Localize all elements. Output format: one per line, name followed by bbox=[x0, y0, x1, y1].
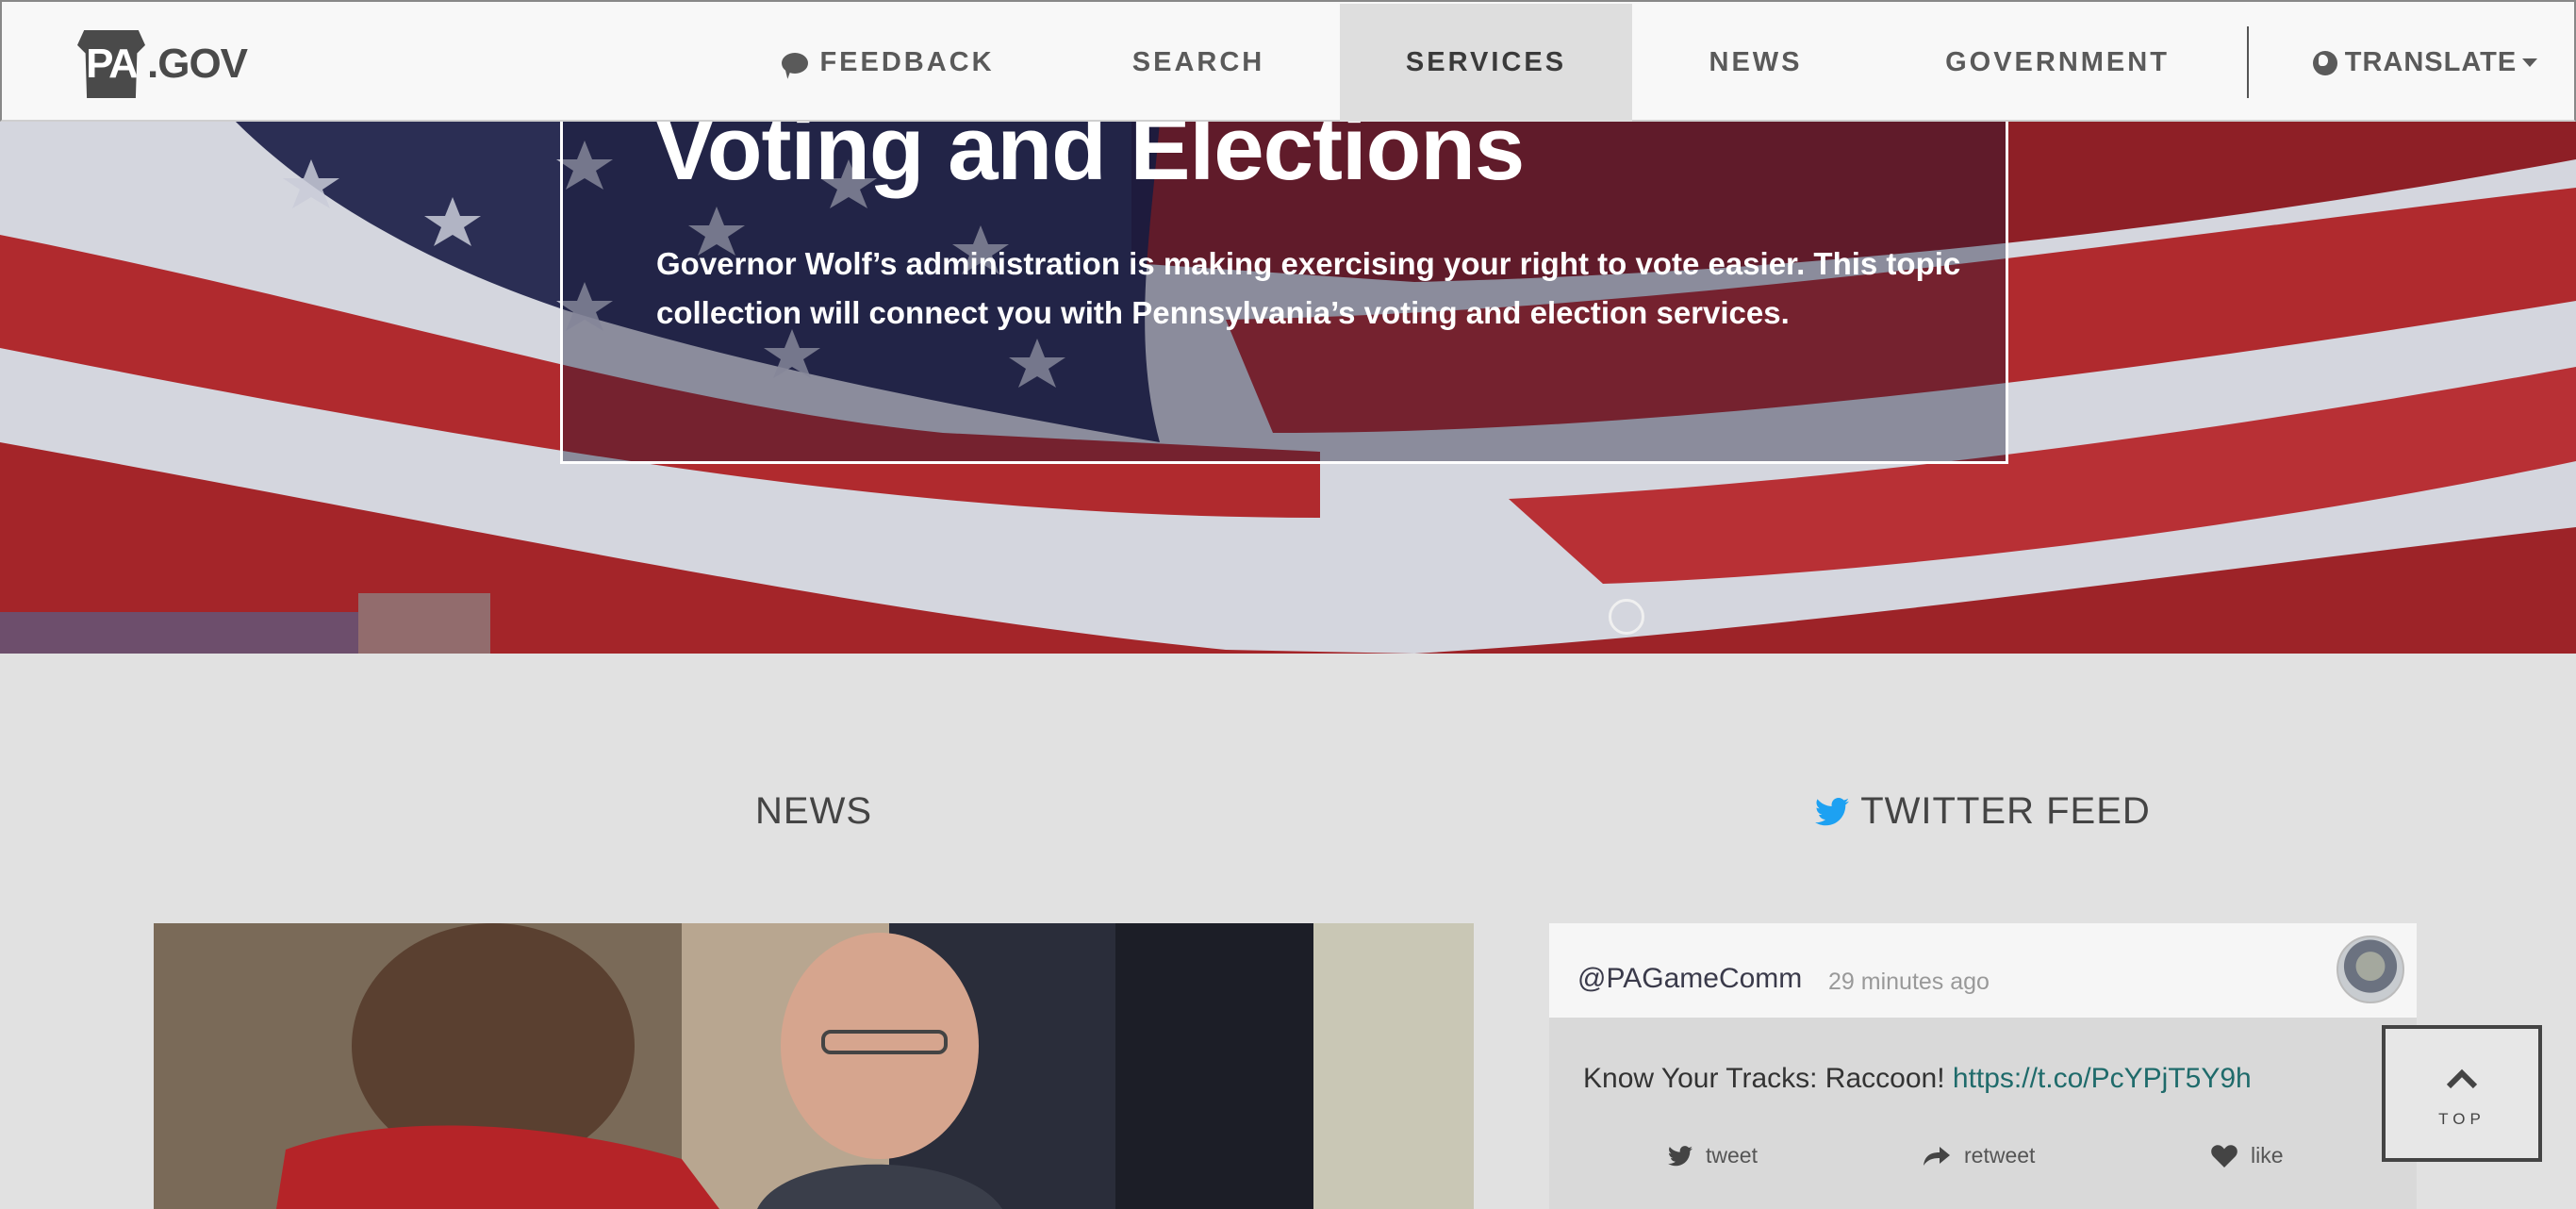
retweet-action-label: retweet bbox=[1964, 1143, 2036, 1168]
carousel-dot[interactable] bbox=[1609, 599, 1644, 635]
logo-gov-text: .GOV bbox=[147, 41, 248, 87]
tweet-text-row: Know Your Tracks: Raccoon! https://t.co/… bbox=[1583, 1063, 2252, 1095]
chevron-up-icon bbox=[2446, 1068, 2478, 1089]
nav-news-label: NEWS bbox=[1709, 47, 1803, 77]
heart-icon bbox=[2211, 1144, 2237, 1168]
nav-translate-label: TRANSLATE bbox=[2344, 47, 2518, 77]
tweet-action[interactable]: tweet bbox=[1668, 1143, 1758, 1168]
back-to-top-label: TOP bbox=[2438, 1110, 2485, 1128]
news-heading: NEWS bbox=[755, 790, 872, 832]
like-action[interactable]: like bbox=[2211, 1143, 2284, 1168]
pa-gov-logo[interactable]: PA .GOV bbox=[77, 30, 248, 98]
keystone-icon: PA bbox=[77, 30, 145, 98]
nav-services[interactable]: SERVICES bbox=[1340, 4, 1632, 122]
nav-news[interactable]: NEWS bbox=[1633, 4, 1878, 122]
tweet-header: @PAGameComm 29 minutes ago bbox=[1549, 923, 2417, 1018]
twitter-bird-icon bbox=[1815, 797, 1850, 825]
twitter-feed-heading: TWITTER FEED bbox=[1549, 790, 2417, 833]
tweet-time[interactable]: 29 minutes ago bbox=[1828, 969, 1990, 996]
like-action-label: like bbox=[2251, 1143, 2284, 1168]
twitter-bird-icon bbox=[1668, 1145, 1693, 1166]
nav-feedback[interactable]: FEEDBACK bbox=[756, 4, 1020, 122]
nav-translate[interactable]: TRANSLATE bbox=[2303, 4, 2548, 122]
twitter-feed-heading-label: TWITTER FEED bbox=[1860, 790, 2151, 832]
tweet-handle[interactable]: @PAGameComm bbox=[1577, 963, 1802, 995]
tweet-action-label: tweet bbox=[1706, 1143, 1758, 1168]
chat-bubble-icon bbox=[782, 52, 809, 74]
hero-description: Governor Wolf’s administration is making… bbox=[656, 246, 1961, 330]
site-header: PA .GOV FEEDBACK SEARCH SERVICES NEWS GO… bbox=[0, 0, 2576, 122]
nav-divider bbox=[2247, 26, 2249, 98]
globe-icon bbox=[2312, 50, 2337, 75]
news-photo[interactable] bbox=[154, 923, 1474, 1209]
caret-down-icon bbox=[2522, 58, 2538, 67]
nav-services-label: SERVICES bbox=[1405, 47, 1567, 77]
nav-government-label: GOVERNMENT bbox=[1945, 47, 2170, 77]
nav-feedback-label: FEEDBACK bbox=[819, 47, 995, 77]
nav-government[interactable]: GOVERNMENT bbox=[1897, 4, 2218, 122]
hero-banner bbox=[0, 122, 2576, 654]
avatar[interactable] bbox=[2337, 936, 2404, 1003]
back-to-top-button[interactable]: TOP bbox=[2382, 1025, 2542, 1162]
tweet-card: @PAGameComm 29 minutes ago Know Your Tra… bbox=[1549, 923, 2417, 1209]
retweet-action[interactable]: retweet bbox=[1923, 1143, 2035, 1168]
tweet-link[interactable]: https://t.co/PcYPjT5Y9h bbox=[1953, 1063, 2252, 1094]
news-photo-image bbox=[154, 923, 1474, 1209]
tweet-text: Know Your Tracks: Raccoon! bbox=[1583, 1063, 1945, 1094]
nav-search[interactable]: SEARCH bbox=[1067, 4, 1329, 122]
logo-pa-text: PA bbox=[86, 41, 139, 87]
share-arrow-icon bbox=[1924, 1146, 1950, 1166]
nav-search-label: SEARCH bbox=[1131, 47, 1265, 77]
